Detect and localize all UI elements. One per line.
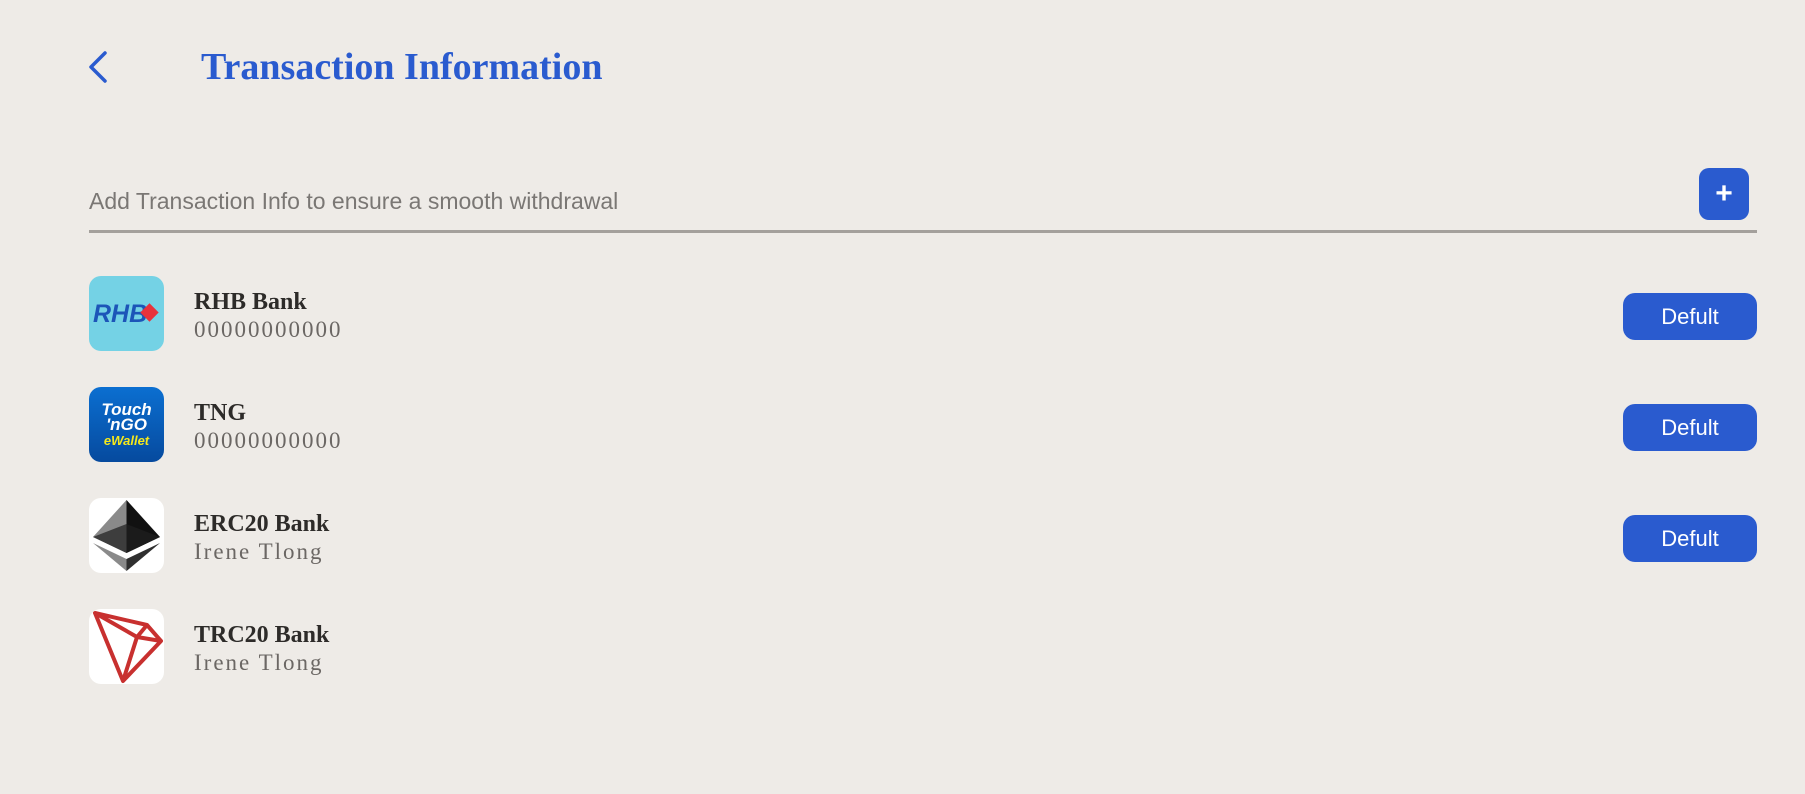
account-row-erc20[interactable]: ERC20 Bank Irene Tlong Defult (89, 498, 1757, 573)
rhb-logo: RHB (89, 276, 164, 351)
back-button[interactable] (80, 46, 116, 88)
account-name: RHB Bank (194, 289, 307, 315)
page-title: Transaction Information (201, 46, 603, 88)
add-transaction-hint: Add Transaction Info to ensure a smooth … (89, 188, 619, 214)
account-name: TRC20 Bank (194, 622, 330, 648)
svg-text:'nGO: 'nGO (106, 415, 147, 434)
ethereum-logo (89, 498, 164, 573)
account-row-tng[interactable]: Touch 'nGO eWallet TNG 00000000000 Deful… (89, 387, 1757, 462)
account-holder: Irene Tlong (194, 650, 324, 675)
default-button[interactable]: Defult (1623, 293, 1757, 340)
header: Transaction Information (0, 0, 1805, 140)
svg-text:eWallet: eWallet (104, 433, 150, 448)
touch-n-go-logo: Touch 'nGO eWallet (89, 387, 164, 462)
default-button[interactable]: Defult (1623, 404, 1757, 451)
add-button[interactable]: + (1699, 168, 1749, 220)
account-name: ERC20 Bank (194, 511, 330, 537)
svg-text:RHB: RHB (93, 300, 147, 328)
account-row-rhb[interactable]: RHB RHB Bank 00000000000 Defult (89, 276, 1757, 351)
tron-logo (89, 609, 164, 684)
account-number: 00000000000 (194, 428, 343, 453)
default-button[interactable]: Defult (1623, 515, 1757, 562)
account-name: TNG (194, 400, 247, 426)
account-holder: Irene Tlong (194, 539, 324, 564)
account-number: 00000000000 (194, 317, 343, 342)
add-transaction-row: Add Transaction Info to ensure a smooth … (89, 166, 1757, 233)
account-row-trc20[interactable]: TRC20 Bank Irene Tlong (89, 609, 1757, 684)
chevron-left-icon (89, 51, 107, 83)
account-list: RHB RHB Bank 00000000000 Defult Touch 'n… (89, 276, 1757, 720)
